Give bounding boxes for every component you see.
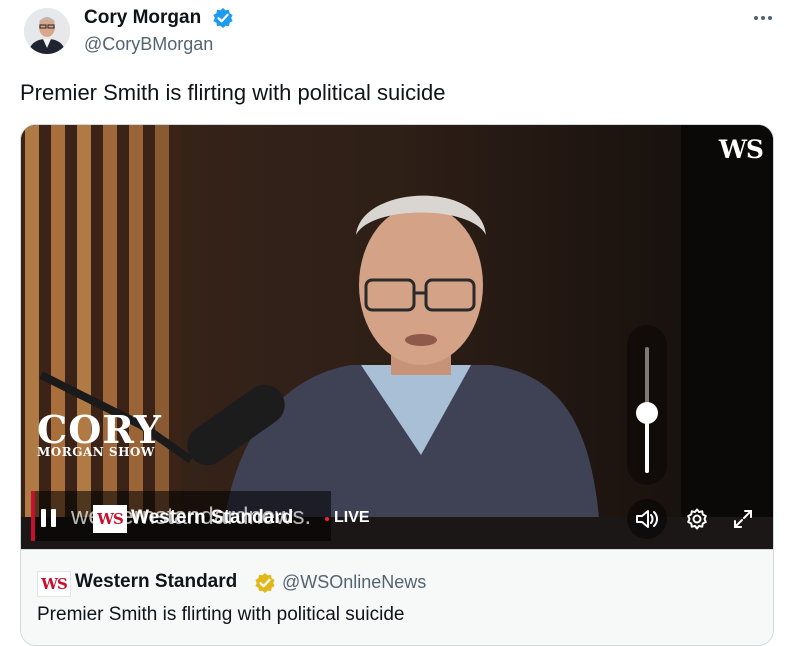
volume-icon[interactable] — [627, 499, 667, 539]
pause-icon[interactable] — [41, 509, 57, 527]
verified-badge-icon — [213, 8, 233, 28]
volume-slider[interactable] — [627, 325, 667, 485]
channel-logo: WS — [718, 135, 764, 164]
more-horizontal-icon[interactable] — [750, 6, 776, 30]
show-subtitle: MORGAN SHOW — [37, 445, 155, 459]
live-dot-icon — [325, 517, 329, 521]
tweet-text: Premier Smith is flirting with political… — [20, 80, 446, 105]
source-tweet-text: Premier Smith is flirting with political… — [37, 604, 405, 625]
lower-third-name: Western Standard — [131, 507, 294, 528]
live-label: LIVE — [334, 509, 370, 526]
lower-third: westernstandardnews. WS Western Standard — [35, 491, 331, 541]
source-name[interactable]: Western Standard — [75, 571, 237, 593]
settings-icon[interactable] — [677, 499, 717, 539]
verified-org-badge-icon — [255, 573, 275, 593]
source-handle[interactable]: @WSOnlineNews — [282, 572, 426, 593]
quoted-source[interactable]: WS Western Standard @WSOnlineNews Premie… — [21, 549, 773, 645]
fullscreen-icon[interactable] — [723, 499, 763, 539]
lower-third-badge: WS — [93, 505, 127, 533]
show-title: CORY — [37, 407, 162, 452]
author-name[interactable]: Cory Morgan — [84, 6, 201, 30]
quoted-tweet-card[interactable]: WS CORY MORGAN SHOW westernstandardnews.… — [20, 124, 774, 646]
volume-knob[interactable] — [636, 401, 658, 424]
source-avatar-logo[interactable]: WS — [37, 571, 71, 597]
video-player[interactable]: WS CORY MORGAN SHOW westernstandardnews.… — [21, 125, 773, 549]
video-controls: westernstandardnews. WS Western Standard… — [21, 489, 773, 549]
author-handle[interactable]: @CoryBMorgan — [84, 33, 213, 55]
author-avatar[interactable] — [24, 8, 70, 54]
